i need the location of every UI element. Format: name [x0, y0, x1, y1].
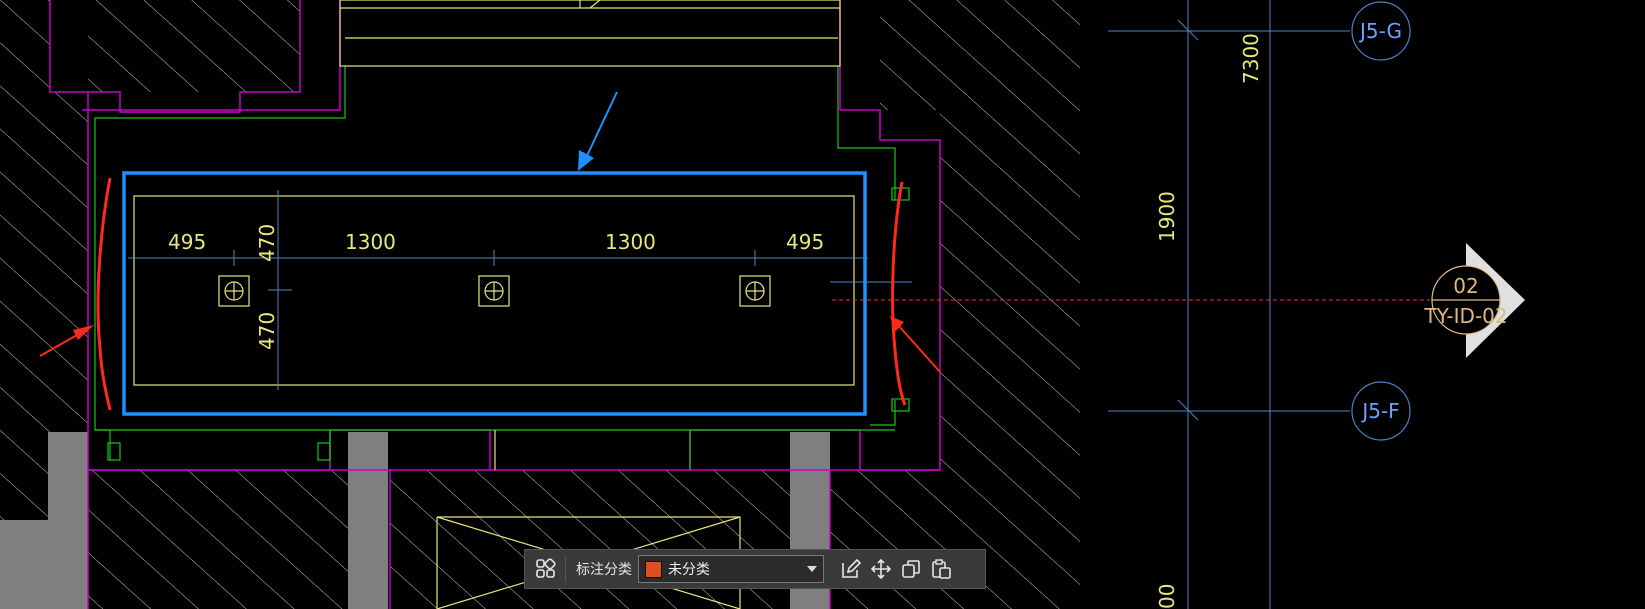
annotation-toolbar: 标注分类 未分类 [524, 549, 986, 589]
toolbar-separator [565, 556, 566, 582]
move-icon[interactable] [866, 554, 896, 584]
svg-text:J5-G: J5-G [1358, 19, 1402, 43]
dim-470-top: 470 [255, 224, 279, 262]
chevron-down-icon [807, 566, 817, 572]
dim-495-right: 495 [786, 230, 824, 254]
dim-00: 00 [1155, 584, 1179, 609]
category-label: 标注分类 [576, 562, 632, 578]
cad-canvas[interactable]: 495 1300 1300 495 470 470 7300 1900 00 J… [0, 0, 1645, 609]
dim-1300-right: 1300 [605, 230, 656, 254]
dim-495-left: 495 [168, 230, 206, 254]
edit-icon[interactable] [836, 554, 866, 584]
section-sheet: TY-ID-02 [1423, 304, 1507, 328]
grid-bubble-lower: J5-F [1351, 381, 1411, 441]
section-marker: 02 TY-ID-02 [1423, 243, 1525, 358]
grid-bubble-upper: J5-G [1351, 1, 1411, 61]
category-select[interactable]: 未分类 [638, 555, 824, 583]
svg-text:J5-F: J5-F [1360, 399, 1399, 423]
dim-1900: 1900 [1155, 191, 1179, 242]
category-color-swatch [645, 560, 662, 578]
copy-icon[interactable] [896, 554, 926, 584]
grid-bubbles: J5-G J5-F [1351, 1, 1411, 441]
dim-470-bottom: 470 [255, 312, 279, 350]
section-number: 02 [1453, 274, 1478, 298]
category-select-value: 未分类 [668, 562, 710, 578]
paste-icon[interactable] [926, 554, 956, 584]
dim-1300-left: 1300 [345, 230, 396, 254]
grid-icon[interactable] [531, 554, 561, 584]
dim-7300: 7300 [1239, 33, 1263, 84]
